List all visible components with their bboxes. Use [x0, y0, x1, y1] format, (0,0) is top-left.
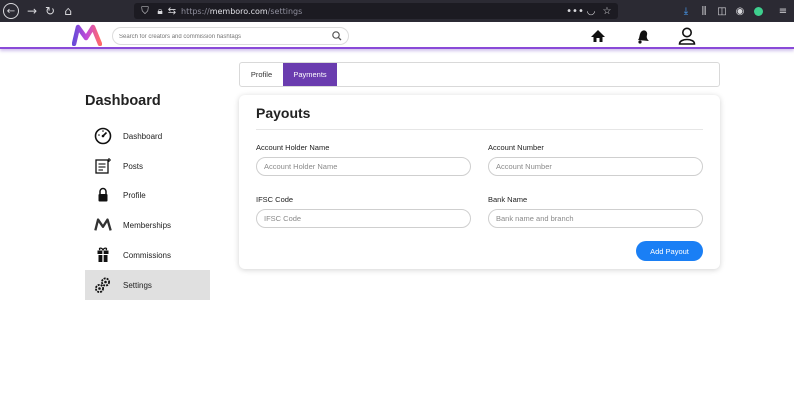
bank-name-field[interactable]: [488, 209, 703, 228]
sidebar-item-label: Posts: [123, 161, 144, 171]
back-icon[interactable]: ←: [3, 3, 19, 19]
browser-toolbar: ← → ↻ ⌂ ⛉ 🔒︎ ⇆ https://memboro.com/setti…: [0, 0, 794, 22]
sidebar-item-commissions[interactable]: Commissions: [85, 240, 210, 270]
url-host: memboro.com: [209, 6, 268, 16]
ifsc-code-label: IFSC Code: [256, 195, 294, 204]
sidebar-item-dashboard[interactable]: Dashboard: [85, 121, 210, 151]
divider: [256, 129, 703, 130]
search-input[interactable]: [119, 30, 329, 43]
add-payout-button[interactable]: Add Payout: [636, 241, 703, 261]
memberships-icon: [94, 216, 112, 234]
account-icon[interactable]: ◉: [733, 4, 747, 18]
payouts-card: Payouts Account Holder Name Account Numb…: [239, 95, 720, 269]
bank-name-label: Bank Name: [488, 195, 528, 204]
sidebar-item-label: Memberships: [123, 220, 172, 230]
sidebar-item-profile[interactable]: Profile: [85, 180, 210, 210]
extension-icon[interactable]: [751, 4, 765, 18]
home-icon[interactable]: ⌂: [60, 3, 76, 19]
app-header: [0, 22, 794, 49]
account-holder-label: Account Holder Name: [256, 143, 330, 152]
posts-icon: [94, 157, 112, 175]
payouts-title: Payouts: [256, 105, 311, 121]
settings-tabs: Profile Payments: [239, 62, 720, 87]
gears-icon: [94, 276, 112, 294]
account-number-label: Account Number: [488, 143, 544, 152]
lock-icon: [94, 186, 112, 204]
speedometer-icon: [94, 127, 112, 145]
reload-icon[interactable]: ↻: [42, 3, 58, 19]
user-profile-icon[interactable]: [677, 26, 697, 46]
permissions-icon[interactable]: ⇆: [165, 4, 179, 18]
url-scheme: https://: [181, 6, 210, 16]
sidebar-item-memberships[interactable]: Memberships: [85, 210, 210, 240]
sidebar-item-label: Commissions: [123, 250, 172, 260]
creator-search: [112, 27, 349, 45]
sidebar-icon[interactable]: ◫: [715, 4, 729, 18]
notifications-bell-icon[interactable]: [633, 26, 653, 46]
account-holder-field[interactable]: [256, 157, 471, 176]
url-text: https://memboro.com/settings: [181, 7, 302, 16]
library-icon[interactable]: ⫼: [697, 4, 711, 18]
bookmark-star-icon[interactable]: ☆: [600, 4, 614, 18]
menu-icon[interactable]: ≡: [776, 4, 790, 18]
sidebar-item-label: Profile: [123, 190, 146, 200]
forward-icon[interactable]: →: [24, 3, 40, 19]
pocket-icon[interactable]: ◡: [584, 4, 598, 18]
more-actions-icon[interactable]: •••: [566, 4, 584, 18]
sidebar-title: Dashboard: [85, 93, 161, 109]
tab-profile[interactable]: Profile: [240, 63, 283, 86]
sidebar-item-posts[interactable]: Posts: [85, 151, 210, 181]
sidebar-item-label: Dashboard: [123, 131, 163, 141]
sidebar-item-settings[interactable]: Settings: [85, 270, 210, 300]
gift-icon: [94, 246, 112, 264]
url-path: /settings: [267, 6, 303, 16]
home-icon[interactable]: [588, 26, 608, 46]
shield-icon[interactable]: ⛉: [138, 4, 152, 18]
memboro-logo[interactable]: [72, 24, 102, 46]
account-number-field[interactable]: [488, 157, 703, 176]
tab-payments[interactable]: Payments: [283, 63, 337, 86]
search-icon[interactable]: [331, 30, 343, 42]
sidebar-item-label: Settings: [123, 280, 152, 290]
address-bar[interactable]: ⛉ 🔒︎ ⇆ https://memboro.com/settings ••• …: [134, 3, 618, 19]
ifsc-code-field[interactable]: [256, 209, 471, 228]
download-icon[interactable]: ⤓: [679, 4, 693, 18]
